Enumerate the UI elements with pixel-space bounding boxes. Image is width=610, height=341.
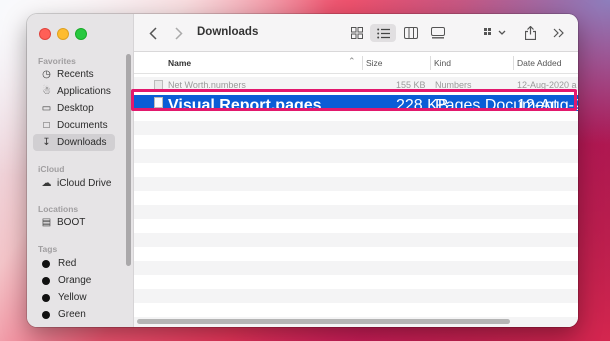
sidebar-item-desktop[interactable]: ▭ Desktop xyxy=(33,100,115,117)
list-row-stripe xyxy=(134,121,578,135)
sidebar-section-tags: Tags xyxy=(38,244,58,254)
download-icon: ↧ xyxy=(42,137,51,148)
list-row-stripe xyxy=(134,135,578,149)
column-name[interactable]: Name xyxy=(168,58,191,68)
column-kind[interactable]: Kind xyxy=(434,58,451,68)
sidebar-section-icloud: iCloud xyxy=(38,164,65,174)
column-divider xyxy=(430,56,431,70)
list-row-stripe xyxy=(134,233,578,247)
desktop-icon: ▭ xyxy=(41,103,52,114)
sidebar-item-label: Yellow xyxy=(58,292,87,303)
drive-icon: ▤ xyxy=(41,217,52,228)
chevron-up-icon: ⌃ xyxy=(348,56,356,66)
column-size[interactable]: Size xyxy=(366,58,383,68)
sidebar-item-icloud-drive[interactable]: ☁ iCloud Drive xyxy=(33,175,115,192)
tag-dot-icon xyxy=(42,259,50,268)
tag-dot-icon xyxy=(42,310,50,319)
list-row-stripe xyxy=(134,261,578,275)
sidebar-item-tag-yellow[interactable]: Yellow xyxy=(33,289,115,306)
tag-dot-icon xyxy=(42,276,50,285)
list-row-stripe xyxy=(134,149,578,163)
sidebar-item-label: Documents xyxy=(57,120,108,131)
tag-dot-icon xyxy=(42,293,50,302)
sidebar-section-locations: Locations xyxy=(38,204,79,214)
column-date-added[interactable]: Date Added xyxy=(517,58,561,68)
icon-view-icon[interactable] xyxy=(347,24,367,42)
toolbar: Downloads xyxy=(134,14,578,52)
list-row-stripe xyxy=(134,177,578,191)
applications-icon: ☃ xyxy=(42,86,51,97)
window-title: Downloads xyxy=(197,26,259,38)
sidebar-item-tag-red[interactable]: Red xyxy=(33,255,115,272)
column-header: Name ⌃ Size Kind Date Added xyxy=(134,52,578,74)
list-row-stripe xyxy=(134,205,578,219)
sidebar-item-label: iCloud Drive xyxy=(57,178,112,189)
close-button[interactable] xyxy=(39,28,51,40)
gallery-view-icon[interactable] xyxy=(428,24,448,42)
sidebar-item-recents[interactable]: ◷ Recents xyxy=(33,66,115,83)
cloud-icon: ☁ xyxy=(41,178,52,189)
annotation-highlight-box xyxy=(131,89,577,111)
sidebar-item-label: Desktop xyxy=(57,103,94,114)
sidebar: Favorites ◷ Recents ☃ Applications ▭ Des… xyxy=(27,14,134,327)
list-view-icon[interactable] xyxy=(370,24,396,42)
file-list: Net Worth.numbers 155 KB Numbers 12-Aug-… xyxy=(134,75,578,327)
sidebar-item-label: Downloads xyxy=(57,137,107,148)
zoom-button[interactable] xyxy=(75,28,87,40)
sidebar-item-downloads[interactable]: ↧ Downloads xyxy=(33,134,115,151)
horizontal-scrollbar[interactable] xyxy=(137,319,510,324)
column-divider xyxy=(513,56,514,70)
minimize-button[interactable] xyxy=(57,28,69,40)
sidebar-item-label: Applications xyxy=(57,86,111,97)
sidebar-item-documents[interactable]: □ Documents xyxy=(33,117,115,134)
document-icon: □ xyxy=(43,120,50,131)
double-chevron-icon[interactable] xyxy=(551,24,565,42)
sidebar-item-label: Recents xyxy=(57,69,94,80)
column-divider xyxy=(362,56,363,70)
group-icon[interactable] xyxy=(483,24,507,42)
sidebar-item-label: Red xyxy=(58,258,77,269)
column-view-icon[interactable] xyxy=(401,24,421,42)
clock-icon: ◷ xyxy=(42,69,51,80)
finder-window: Favorites ◷ Recents ☃ Applications ▭ Des… xyxy=(27,14,578,327)
sidebar-section-favorites: Favorites xyxy=(38,56,76,66)
sidebar-item-label: Orange xyxy=(58,275,92,286)
chevron-left-icon[interactable] xyxy=(146,24,160,42)
search-icon[interactable] xyxy=(577,24,578,42)
share-icon[interactable] xyxy=(522,24,538,42)
sidebar-item-tag-orange[interactable]: Orange xyxy=(33,272,115,289)
sidebar-scrollbar[interactable] xyxy=(126,54,131,266)
chevron-right-icon[interactable] xyxy=(172,24,186,42)
list-row-stripe xyxy=(134,289,578,303)
sidebar-item-tag-green[interactable]: Green xyxy=(33,306,115,323)
sidebar-item-label: BOOT xyxy=(57,217,86,228)
sidebar-item-label: Green xyxy=(58,309,86,320)
sidebar-item-boot[interactable]: ▤ BOOT xyxy=(33,214,115,231)
sidebar-item-applications[interactable]: ☃ Applications xyxy=(33,83,115,100)
